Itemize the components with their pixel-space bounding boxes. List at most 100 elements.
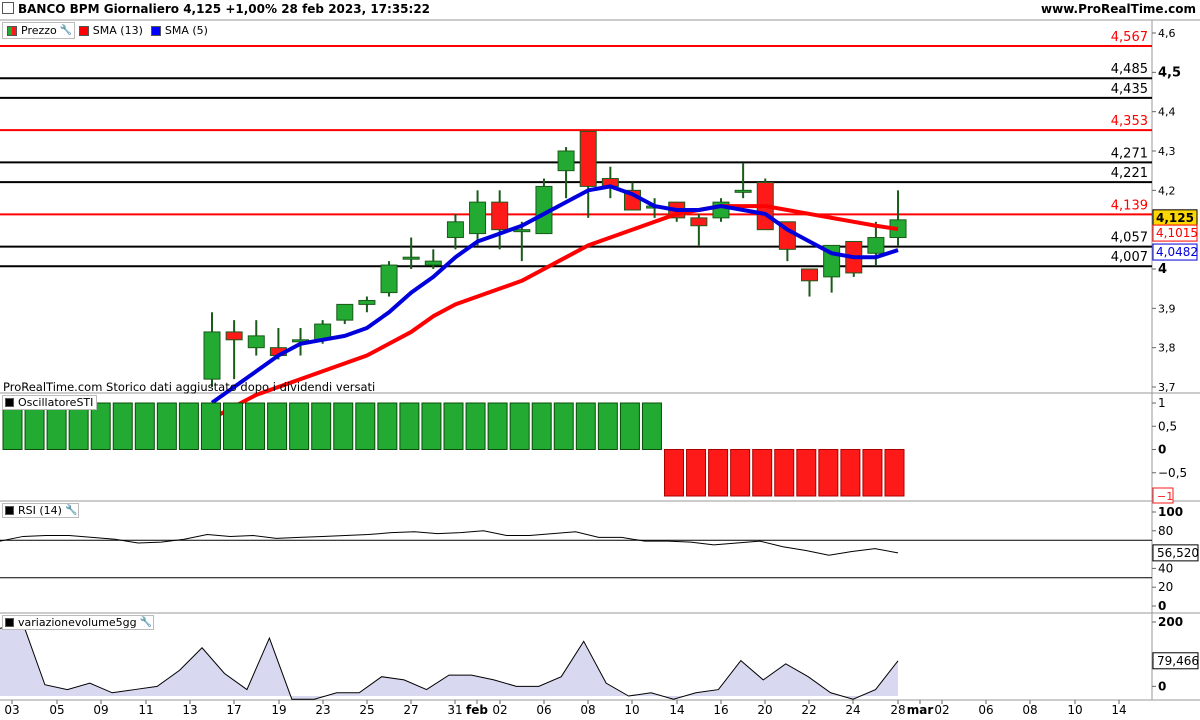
price-tick-label: 4,5 [1158,65,1181,80]
price-tick-label: 4,6 [1158,27,1176,40]
x-tick-label: 20 [757,703,772,717]
sti-bar [267,402,288,450]
rsi-tick-label: 80 [1158,524,1173,538]
sti-bar [245,402,266,450]
level-label: 4,139 [1111,198,1148,213]
rsi-legend[interactable]: RSI (14) 🔧 [2,503,79,518]
sti-bar [862,449,883,497]
sti-bar [178,402,199,450]
level-label: 4,221 [1111,166,1148,181]
sti-tick-label: 0 [1158,443,1166,457]
level-label: 4,435 [1111,82,1148,97]
x-tick-label: feb [466,703,488,717]
sti-legend[interactable]: OscillatoreSTI [2,395,98,410]
x-tick-label: 19 [271,703,286,717]
vol-legend[interactable]: variazionevolume5gg 🔧 [2,615,154,630]
sti-bar [840,449,861,497]
x-tick-label: 05 [49,703,64,717]
wrench-icon[interactable]: 🔧 [140,617,152,628]
candle-body [734,189,752,193]
candle-body [557,150,575,172]
sti-tick-label: −0,5 [1158,466,1187,480]
candle-body [446,221,464,239]
level-label: 4,007 [1111,250,1148,265]
candle-body [801,268,819,282]
price-tick-label: 3,8 [1158,342,1176,355]
candle-body [867,237,885,254]
vol-label: variazionevolume5gg [18,616,137,629]
sti-bar [796,449,817,497]
x-tick-label: 06 [978,703,993,717]
price-tick-label: 3,7 [1158,381,1176,394]
vol-last-label: 79,466 [1157,654,1199,668]
x-tick-label: 14 [1111,703,1126,717]
sti-bar [355,402,376,450]
x-tick-label: 27 [403,703,418,717]
price-tick-label: 4,3 [1158,145,1176,158]
sti-bar [112,402,133,450]
level-label: 4,057 [1111,231,1148,246]
rsi-last-label: 56,520 [1157,546,1199,560]
last-price-tag: 4,125 [1156,211,1194,225]
x-tick-label: 08 [1022,703,1037,717]
sti-bar [774,449,795,497]
candle-body [358,299,376,305]
sti-bar [752,449,773,497]
vol-tick-label: 200 [1158,615,1183,629]
x-tick-label: 16 [713,703,728,717]
sti-bar [884,449,905,497]
level-label: 4,353 [1111,114,1148,129]
rsi-tick-label: 40 [1158,561,1173,575]
black-square-icon [5,618,14,627]
x-tick-label: 08 [580,703,595,717]
price-tick-label: 3,9 [1158,302,1176,315]
candle-body [402,256,420,260]
candle-body [424,260,442,266]
sti-bar [818,449,839,497]
x-tick-label: 22 [801,703,816,717]
sti-label: OscillatoreSTI [18,396,94,409]
sti-bar [311,402,332,450]
sti-last-label: −1 [1157,490,1173,503]
sma5-line [210,184,899,405]
candle-body [469,201,487,235]
sma5-tag: 4,0482 [1156,245,1198,259]
candle-body [690,217,708,227]
sti-bar [134,402,155,450]
candle-body [579,130,597,187]
level-label: 4,271 [1111,146,1148,161]
rsi-line [0,530,899,556]
x-tick-label: 11 [138,703,153,717]
sti-bar [333,402,354,450]
candle-body [491,201,509,231]
x-tick-label: 10 [624,703,639,717]
sti-tick-label: 1 [1158,396,1166,410]
x-tick-label: 10 [1067,703,1082,717]
sti-bar [597,402,618,450]
sti-bar [487,402,508,450]
x-tick-label: 28 [890,703,905,717]
x-tick-label: 02 [492,703,507,717]
price-tick-label: 4,2 [1158,184,1176,197]
sti-bar [377,402,398,450]
sti-tick-label: 0,5 [1158,419,1177,433]
sti-bar [641,402,662,450]
sti-bar [531,402,552,450]
chart-canvas[interactable]: 4,64,54,44,34,24,143,93,83,74,5674,4854,… [0,0,1200,720]
wrench-icon[interactable]: 🔧 [65,505,77,516]
sti-bar [289,402,310,450]
sma13-tag: 4,1015 [1156,226,1198,240]
x-tick-label: 13 [182,703,197,717]
candle-body [225,331,243,341]
dividend-note: ProRealTime.com Storico dati aggiustato … [3,380,376,394]
sti-bar [443,402,464,450]
x-tick-label: 14 [669,703,684,717]
x-tick-label: 03 [4,703,19,717]
rsi-tick-label: 0 [1158,599,1166,613]
sti-bar [156,402,177,450]
price-tick-label: 4,4 [1158,106,1176,119]
sti-bar [421,402,442,450]
level-label: 4,567 [1111,30,1148,45]
sti-bar [730,449,751,497]
candle-body [380,264,398,294]
